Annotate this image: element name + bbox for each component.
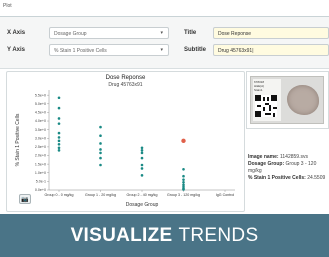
data-point <box>140 146 144 150</box>
data-point <box>99 142 102 145</box>
y-tick-label: 3.0e+0 <box>35 136 46 140</box>
data-point <box>57 96 61 100</box>
data-point <box>57 149 61 152</box>
data-point <box>140 149 144 152</box>
slide-label-line: Stain1 <box>254 88 263 92</box>
data-point <box>182 188 185 191</box>
title-label: Title <box>184 30 197 36</box>
stain-value: 24.5509 <box>307 175 326 181</box>
data-point <box>140 156 144 160</box>
data-point <box>99 156 102 160</box>
data-point <box>99 134 102 137</box>
y-tick-label: 0.0e+0 <box>35 188 46 192</box>
data-point <box>99 151 102 155</box>
banner-text: VISUALIZE TRENDS <box>0 214 329 257</box>
y-tick-label: 4.5e+0 <box>35 111 46 115</box>
x-tick-label: IgG Control <box>216 193 235 197</box>
data-point <box>57 143 61 146</box>
data-point <box>57 131 61 135</box>
banner: VISUALIZE TRENDS <box>0 214 329 257</box>
stain-label: % Stain 1 Positive Cells: <box>248 175 306 181</box>
y-tick-label: 1.5e+0 <box>35 162 46 166</box>
data-point <box>182 174 185 178</box>
data-point <box>140 151 144 155</box>
y-axis-title: % Stain 1 Positive Cells <box>15 113 21 166</box>
data-point <box>57 106 61 110</box>
y-tick-label: 4.0e+0 <box>35 119 46 123</box>
data-point <box>57 139 61 143</box>
x-axis-select-value: Dosage Group <box>54 31 87 37</box>
data-point <box>99 148 102 151</box>
data-point <box>182 168 185 171</box>
x-tick-label: Group 2 - 40 mg/kg <box>127 193 158 197</box>
y-axis-label: Y Axis <box>7 47 26 53</box>
image-name-value: 1142859.svs <box>279 154 308 160</box>
chevron-down-icon: ▾ <box>160 30 163 36</box>
window-title: Plot <box>3 3 12 9</box>
image-name-label: Image name: <box>248 154 279 160</box>
x-tick-label: Group 0 - 0 mg/kg <box>45 193 74 197</box>
camera-icon[interactable]: 📷 <box>19 194 31 204</box>
title-input[interactable]: Dose Reponse <box>213 27 329 39</box>
y-tick-label: 2.0e+0 <box>35 154 46 158</box>
subtitle-input[interactable]: Drug 45763x91| <box>213 44 329 56</box>
y-tick-label: 5.0e+0 <box>35 102 46 106</box>
dosage-group-label: Dosage Group: <box>248 161 285 167</box>
data-point <box>182 180 185 184</box>
y-tick-label: 1.0e+0 <box>35 171 46 175</box>
data-point <box>99 125 102 129</box>
data-point <box>99 163 102 167</box>
slide-label: 678318 H&E(A) Stain1 <box>253 79 281 121</box>
data-point <box>57 122 61 125</box>
plot-card: Dose Reponse Drug 45763x91 0.0e+0 5.0e-1 1… <box>6 71 245 212</box>
plot-controls-panel: X Axis Dosage Group ▾ Y Axis % Stain 1 P… <box>0 17 329 69</box>
y-axis-select[interactable]: % Stain 1 Positive Cells ▾ <box>49 44 169 56</box>
title-input-value: Dose Reponse <box>218 31 252 37</box>
subtitle-input-value: Drug 45763x91| <box>218 48 254 54</box>
x-axis-label: X Axis <box>7 30 26 36</box>
data-point <box>57 117 61 120</box>
data-point <box>140 163 144 167</box>
y-axis-select-value: % Stain 1 Positive Cells <box>54 48 107 54</box>
y-tick-label: 5.0e-1 <box>36 180 46 184</box>
chevron-down-icon: ▾ <box>160 47 163 53</box>
tissue-sample <box>287 85 319 115</box>
data-point <box>140 167 144 170</box>
x-tick-label: Group 3 - 120 mg/kg <box>167 193 200 197</box>
x-tick-label: Group 1 - 20 mg/kg <box>85 193 116 197</box>
x-axis-select[interactable]: Dosage Group ▾ <box>49 27 169 39</box>
subtitle-label: Subtitle <box>184 47 206 53</box>
slide-thumbnail: 678318 H&E(A) Stain1 <box>250 76 324 124</box>
data-point <box>57 146 61 150</box>
y-tick-label: 2.5e+0 <box>35 145 46 149</box>
y-tick-label: 5.5e+0 <box>35 93 46 97</box>
banner-light-text: TRENDS <box>178 224 259 246</box>
data-point <box>140 174 144 177</box>
highlighted-data-point <box>181 138 186 144</box>
x-axis-title: Dosage Group <box>126 202 159 208</box>
scatter-chart: 0.0e+0 5.0e-1 1.0e+0 1.5e+0 2.0e+0 2.5e+0 3.0e… <box>15 90 235 208</box>
data-point <box>182 178 185 181</box>
qr-code-icon <box>255 95 277 117</box>
window-title-bar: Plot <box>0 0 329 17</box>
banner-bold-text: VISUALIZE <box>70 224 173 246</box>
image-info: Image name: 1142859.svs Dosage Group: Gr… <box>248 154 329 182</box>
y-tick-label: 3.5e+0 <box>35 128 46 132</box>
data-point <box>57 136 61 139</box>
